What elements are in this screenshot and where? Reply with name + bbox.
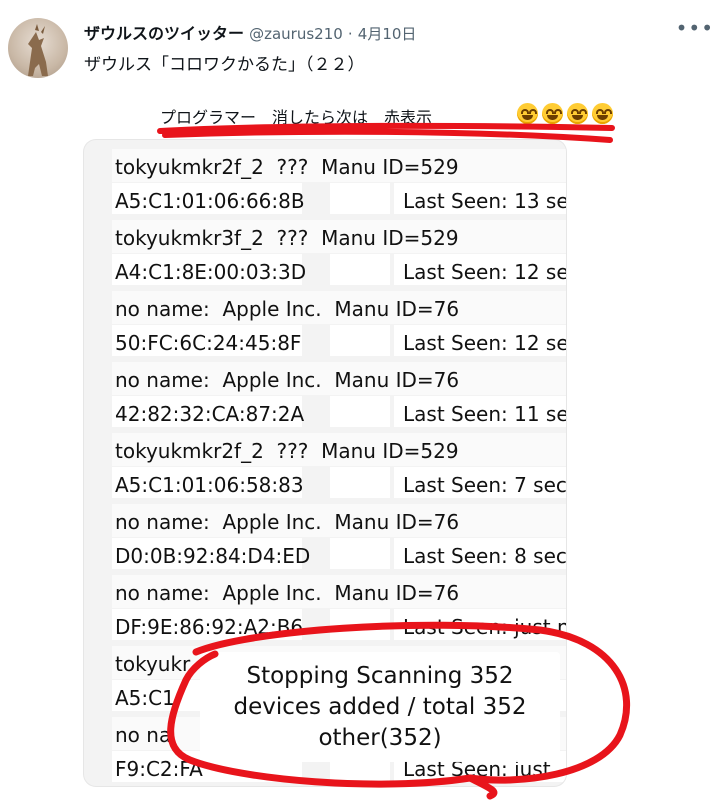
grinning-face-icon <box>542 103 563 124</box>
toast-line: Stopping Scanning 352 <box>246 662 514 689</box>
scan-toast: Stopping Scanning 352 devices added / to… <box>200 652 560 762</box>
author-handle[interactable]: @zaurus210 <box>249 25 343 43</box>
last-seen: Last Seen: 7 sec <box>403 473 566 497</box>
device-row: no name: Apple Inc. Manu ID=76 DF:9E:86:… <box>84 573 566 643</box>
grinning-face-icon <box>517 103 538 124</box>
device-address: 42:82:32:CA:87:2A <box>115 402 305 426</box>
device-address: DF:9E:86:92:A2:B6 <box>115 615 304 639</box>
tweet-header: ザウルスのツイッター @zaurus210 · 4月10日 <box>84 20 416 48</box>
device-row: tokyukmkr2f_2 ??? Manu ID=529 A5:C1:01:0… <box>84 147 566 217</box>
device-info: tokyukmkr3f_2 ??? Manu ID=529 <box>115 226 459 250</box>
device-address: 50:FC:6C:24:45:8F <box>115 331 302 355</box>
grinning-face-icon <box>592 103 613 124</box>
device-info: no name: Apple Inc. Manu ID=76 <box>115 581 460 605</box>
device-address: F9:C2:FA <box>115 757 203 781</box>
tweet-text: ザウルス「コロワクかるた」（２２） <box>84 55 365 75</box>
toast-line: devices added / total 352 <box>233 693 527 720</box>
device-address: A5:C1:01:06:58:83 <box>115 473 304 497</box>
device-address: A4:C1:8E:00:03:3D <box>115 260 307 284</box>
last-seen: Last Seen: just n <box>403 615 566 639</box>
last-seen: Last Seen: 11 se <box>403 402 566 426</box>
device-info: tokyukr <box>115 652 191 676</box>
device-row: tokyukmkr3f_2 ??? Manu ID=529 A4:C1:8E:0… <box>84 218 566 288</box>
more-icon[interactable]: ••• <box>676 16 714 40</box>
toast-line: other(352) <box>318 724 442 751</box>
device-info: no name: Apple Inc. Manu ID=76 <box>115 297 460 321</box>
last-seen: Last Seen: 12 se <box>403 331 566 355</box>
device-address: A5:C1 <box>115 686 175 710</box>
device-info: no na <box>115 723 172 747</box>
device-row: no name: Apple Inc. Manu ID=76 50:FC:6C:… <box>84 289 566 359</box>
device-row: no name: Apple Inc. Manu ID=76 D0:0B:92:… <box>84 502 566 572</box>
last-seen: Last Seen: 12 se <box>403 260 566 284</box>
avatar[interactable] <box>8 18 68 78</box>
device-info: no name: Apple Inc. Manu ID=76 <box>115 510 460 534</box>
device-info: no name: Apple Inc. Manu ID=76 <box>115 368 460 392</box>
emoji-group <box>517 103 613 124</box>
grinning-face-icon <box>567 103 588 124</box>
last-seen: Last Seen: 13 se <box>403 189 566 213</box>
device-address: D0:0B:92:84:D4:ED <box>115 544 311 568</box>
device-address: A5:C1:01:06:66:8B <box>115 189 305 213</box>
separator: · <box>347 25 353 43</box>
author-name[interactable]: ザウルスのツイッター <box>84 24 244 43</box>
device-row: no name: Apple Inc. Manu ID=76 42:82:32:… <box>84 360 566 430</box>
device-row: tokyukmkr2f_2 ??? Manu ID=529 A5:C1:01:0… <box>84 431 566 501</box>
device-info: tokyukmkr2f_2 ??? Manu ID=529 <box>115 155 459 179</box>
image-caption: プログラマー 消したら次は 赤表示 <box>160 108 433 127</box>
tweet-date[interactable]: 4月10日 <box>358 25 417 43</box>
device-info: tokyukmkr2f_2 ??? Manu ID=529 <box>115 439 459 463</box>
last-seen: Last Seen: 8 sec <box>403 544 566 568</box>
